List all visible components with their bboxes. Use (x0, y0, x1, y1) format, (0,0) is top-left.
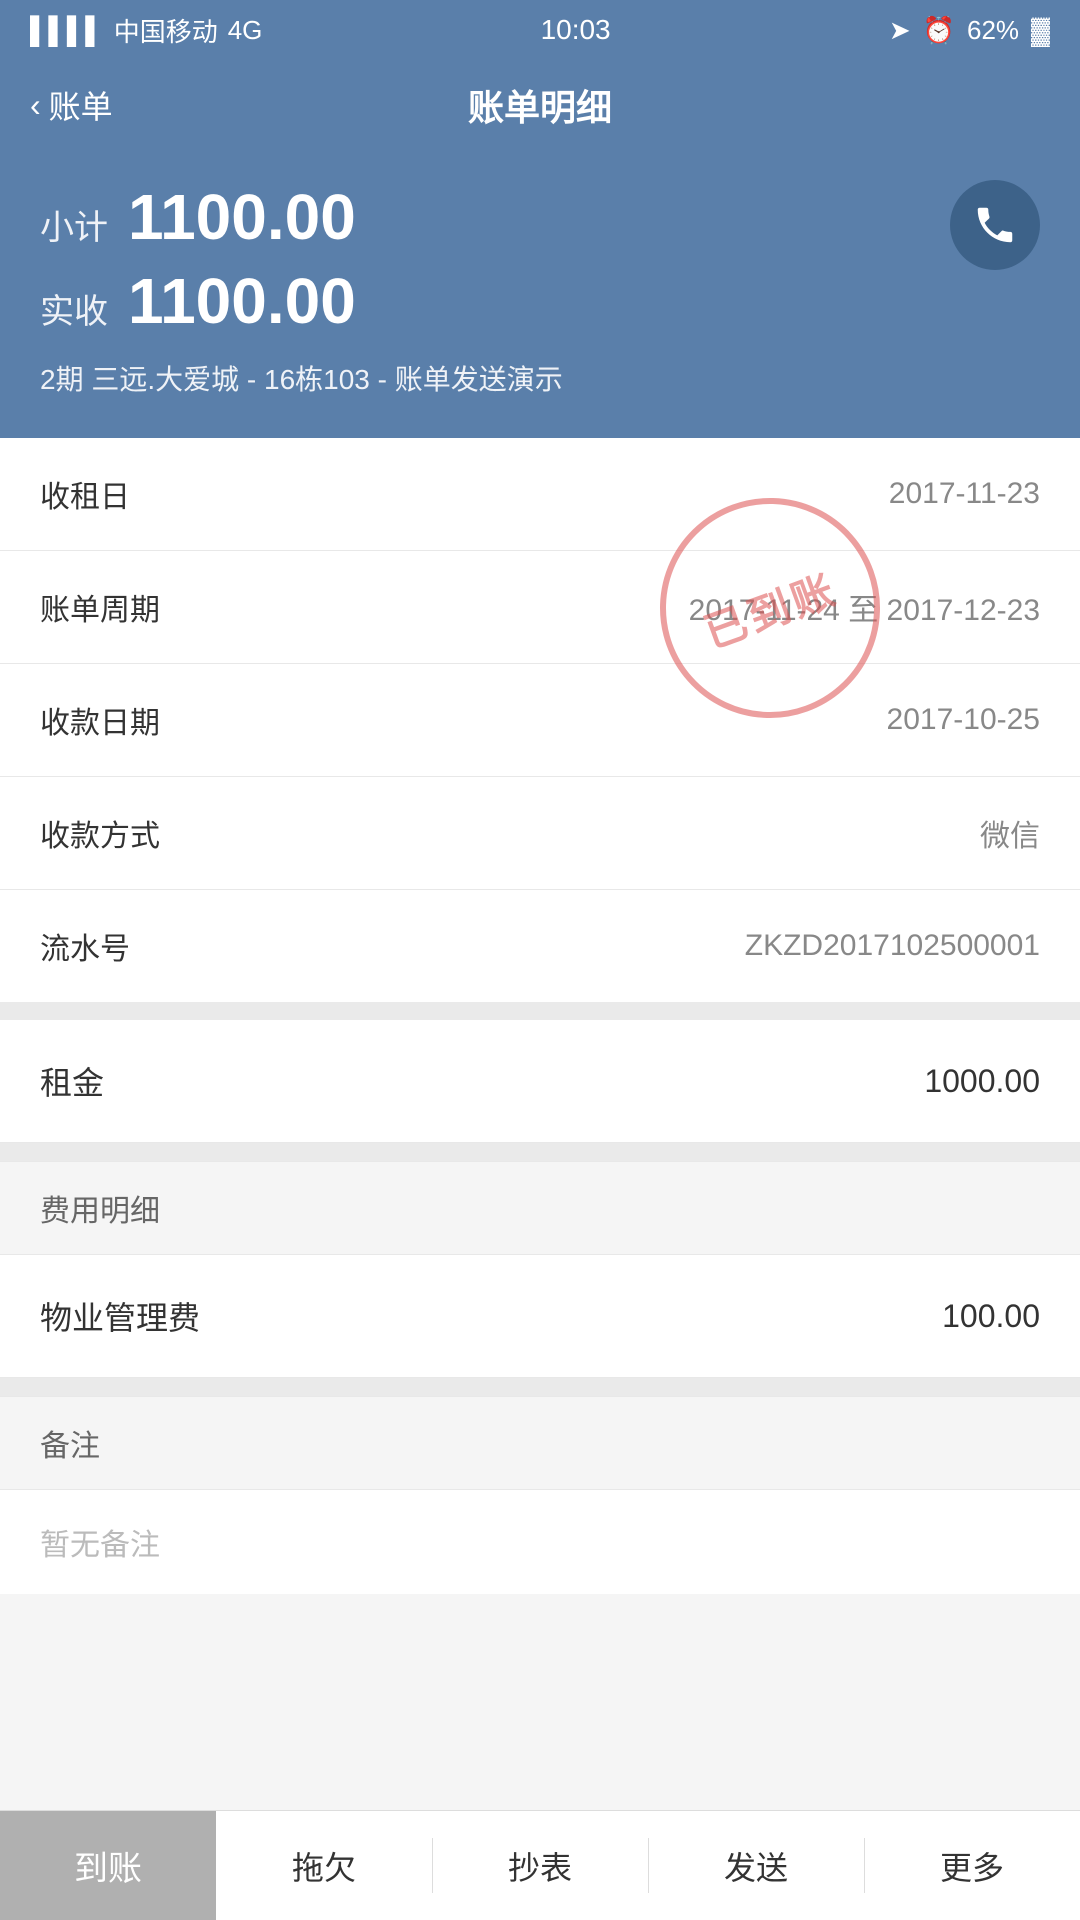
status-left: ▌▌▌▌ 中国移动 4G (30, 12, 262, 49)
info-row-value: ZKZD2017102500001 (745, 929, 1040, 963)
page-bottom-spacer (0, 1594, 1080, 1714)
fee-section-header: 费用明细 (0, 1161, 1080, 1255)
info-row: 收租日 2017-11-23 (0, 438, 1080, 551)
location-icon: ➤ (889, 15, 911, 46)
info-row: 流水号 ZKZD2017102500001 (0, 890, 1080, 1002)
info-section: 已到账 收租日 2017-11-23 账单周期 2017-11-24 至 201… (0, 438, 1080, 1002)
remarks-section-title: 备注 (40, 1430, 100, 1463)
fee-item-label: 物业管理费 (40, 1293, 200, 1339)
back-label: 账单 (49, 82, 113, 128)
back-chevron-icon: ‹ (30, 87, 41, 124)
header-section: 小计 1100.00 实收 1100.00 2期 三远.大爱城 - 16栋103… (0, 150, 1080, 438)
status-time: 10:03 (541, 14, 611, 46)
info-row-label: 账单周期 (40, 585, 160, 629)
info-row: 收款方式 微信 (0, 777, 1080, 890)
bottom-btn-meter[interactable]: 抄表 (432, 1811, 648, 1920)
phone-button[interactable] (950, 180, 1040, 270)
info-row-value: 2017-10-25 (887, 703, 1040, 737)
info-row-value: 2017-11-24 至 2017-12-23 (689, 585, 1040, 629)
rent-value: 1000.00 (924, 1063, 1040, 1100)
page-title: 账单明细 (468, 79, 612, 131)
bottom-btn-overdue[interactable]: 拖欠 (216, 1811, 432, 1920)
battery-icon: ▓ (1031, 15, 1050, 46)
section-divider-2 (0, 1143, 1080, 1161)
section-divider-3 (0, 1378, 1080, 1396)
actual-row: 实收 1100.00 (40, 264, 1040, 338)
fee-item-value: 100.00 (942, 1298, 1040, 1335)
subtotal-value: 1100.00 (128, 180, 356, 254)
fee-items: 物业管理费 100.00 (0, 1255, 1080, 1378)
signal-icon: ▌▌▌▌ (30, 15, 104, 46)
nav-bar: ‹ 账单 账单明细 (0, 60, 1080, 150)
alarm-icon: ⏰ (923, 15, 955, 46)
back-button[interactable]: ‹ 账单 (30, 82, 113, 128)
info-rows: 收租日 2017-11-23 账单周期 2017-11-24 至 2017-12… (0, 438, 1080, 1002)
bottom-btn-send[interactable]: 发送 (648, 1811, 864, 1920)
status-bar: ▌▌▌▌ 中国移动 4G 10:03 ➤ ⏰ 62% ▓ (0, 0, 1080, 60)
battery-label: 62% (967, 15, 1019, 46)
carrier-label: 中国移动 (114, 12, 218, 49)
info-row-value: 2017-11-23 (889, 477, 1040, 511)
rent-label: 租金 (40, 1058, 104, 1104)
info-row-value: 微信 (980, 811, 1040, 855)
info-row: 收款日期 2017-10-25 (0, 664, 1080, 777)
bottom-btn-more[interactable]: 更多 (864, 1811, 1080, 1920)
actual-value: 1100.00 (128, 264, 356, 338)
subtotal-label: 小计 (40, 200, 108, 249)
remarks-section-header: 备注 (0, 1396, 1080, 1490)
info-row: 账单周期 2017-11-24 至 2017-12-23 (0, 551, 1080, 664)
info-row-label: 收款日期 (40, 698, 160, 742)
remarks-empty-text: 暂无备注 (40, 1529, 160, 1562)
actual-label: 实收 (40, 284, 108, 333)
remarks-content: 暂无备注 (0, 1490, 1080, 1594)
property-info: 2期 三远.大爱城 - 16栋103 - 账单发送演示 (40, 358, 1040, 398)
fee-section-title: 费用明细 (40, 1195, 160, 1228)
info-row-label: 收款方式 (40, 811, 160, 855)
subtotal-row: 小计 1100.00 (40, 180, 1040, 254)
rent-item-row: 租金 1000.00 (0, 1020, 1080, 1143)
bottom-btn-arrived[interactable]: 到账 (0, 1811, 216, 1920)
fee-item-row: 物业管理费 100.00 (0, 1255, 1080, 1378)
section-divider-1 (0, 1002, 1080, 1020)
info-row-label: 收租日 (40, 472, 130, 516)
info-row-label: 流水号 (40, 924, 130, 968)
network-type: 4G (228, 15, 263, 46)
bottom-bar: 到账 拖欠 抄表 发送 更多 (0, 1810, 1080, 1920)
phone-icon (972, 202, 1018, 248)
status-right: ➤ ⏰ 62% ▓ (889, 15, 1050, 46)
